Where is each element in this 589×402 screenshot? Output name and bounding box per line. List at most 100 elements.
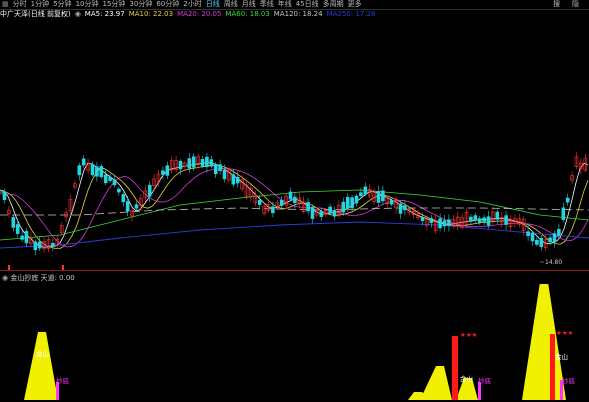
candle <box>108 176 112 181</box>
candle <box>495 211 500 220</box>
candle <box>350 197 354 208</box>
indicator-chart[interactable]: 金山抄底 金山 抄底金山抄底★★★ ★★★ <box>0 284 589 402</box>
ma5-value: MA5: 23.97 <box>84 10 125 18</box>
timeframe-tab[interactable]: 5分钟 <box>51 0 73 9</box>
candle <box>354 195 359 204</box>
candle <box>99 166 104 178</box>
candle <box>403 205 407 211</box>
candle <box>328 206 332 214</box>
candle <box>473 215 478 221</box>
panel-divider <box>0 270 589 271</box>
candle <box>469 216 473 222</box>
signal-label: ★★★ <box>556 329 574 337</box>
candle <box>477 218 482 223</box>
signal-bar <box>550 334 555 400</box>
ma10-value: MA10: 22.03 <box>128 10 174 18</box>
settings-icon[interactable]: ◉ <box>75 10 81 19</box>
signal-label: 金山 <box>555 352 568 361</box>
candle <box>33 241 38 251</box>
timeframe-tab[interactable]: 15分钟 <box>100 0 127 9</box>
candle <box>222 169 227 180</box>
candle <box>112 179 117 186</box>
timeframe-tab[interactable]: 60分钟 <box>154 0 181 9</box>
signal-mountain <box>420 366 452 400</box>
candle <box>381 190 385 202</box>
candle <box>429 218 434 223</box>
timeframe-tab[interactable]: 30分钟 <box>127 0 154 9</box>
candle <box>20 235 24 240</box>
timeframe-tab[interactable]: 日线 <box>204 0 222 9</box>
search-button[interactable]: 搜 <box>551 0 562 9</box>
candle <box>134 204 139 209</box>
candle <box>147 184 152 197</box>
timeframe-tab[interactable]: 10分钟 <box>74 0 101 9</box>
candle <box>539 237 544 248</box>
candle <box>2 191 7 201</box>
timeframe-tab[interactable]: 45日线 <box>294 0 321 9</box>
timeframe-tab[interactable]: 分时 <box>11 0 29 9</box>
low-price-label: 14.80 <box>545 259 562 266</box>
ma-line <box>0 168 589 248</box>
candle <box>165 165 170 176</box>
candle <box>398 203 403 214</box>
ma250-line <box>0 221 589 249</box>
stock-name: 中广天泽(日线 前复权) <box>0 10 71 18</box>
candle <box>213 163 218 175</box>
ma20-value: MA20: 20.05 <box>177 10 222 18</box>
candle <box>486 216 491 226</box>
candle <box>161 170 165 175</box>
timeframe-toolbar: ▦ 分时 1分钟 5分钟 10分钟 15分钟 30分钟 60分钟 2小时 日线 周线 月线 季线 年线 4… <box>0 0 589 10</box>
candle <box>420 217 425 221</box>
timeframe-tab[interactable]: 更多 <box>346 0 364 9</box>
candle <box>504 215 508 225</box>
candle <box>359 192 363 196</box>
candle <box>565 197 570 203</box>
timeframe-tab[interactable]: 1分钟 <box>29 0 51 9</box>
signal-mountain <box>24 332 58 400</box>
candle <box>81 158 86 166</box>
candle <box>218 164 222 171</box>
candle <box>557 228 561 237</box>
indicator-title: ◉ 金山抄底 天道: 0.00 <box>2 274 75 283</box>
timeframe-tab[interactable]: 年线 <box>276 0 294 9</box>
candle <box>332 210 337 217</box>
ma-line <box>0 164 589 249</box>
timeframe-tab[interactable]: 周线 <box>222 0 240 9</box>
kline-chart[interactable]: 14.80 <box>0 20 589 270</box>
candle <box>306 202 310 212</box>
candle <box>11 217 16 228</box>
candle <box>235 176 240 184</box>
signal-label: ★★★ <box>460 331 478 339</box>
candle <box>279 199 284 206</box>
candle <box>376 191 381 203</box>
candle <box>37 241 42 249</box>
candle <box>187 158 192 169</box>
candle <box>257 200 262 205</box>
timeframe-tab[interactable]: 季线 <box>258 0 276 9</box>
candle <box>125 201 130 212</box>
candle <box>552 233 557 243</box>
candle <box>24 231 29 244</box>
candle <box>526 231 530 237</box>
timeframe-tab[interactable]: 多周期 <box>321 0 346 9</box>
signal-label: 金山 <box>460 374 473 383</box>
candle <box>121 194 126 203</box>
candle <box>15 224 20 234</box>
candle <box>389 200 394 205</box>
timeframe-tab[interactable]: 月线 <box>240 0 258 9</box>
signal-label: 抄底 <box>56 376 70 385</box>
candle <box>231 174 236 185</box>
candle <box>535 239 539 245</box>
candle <box>200 159 205 167</box>
indicator-settings-icon[interactable]: ◉ <box>2 274 8 282</box>
hide-button[interactable]: 隐 <box>570 0 581 9</box>
candle <box>51 242 55 248</box>
candle <box>288 191 293 200</box>
signal-mountain <box>522 284 566 400</box>
signal-bar <box>452 336 458 400</box>
candle <box>447 219 451 226</box>
timeframe-tab[interactable]: 2小时 <box>181 0 203 9</box>
candle <box>191 156 196 168</box>
candle <box>95 166 99 177</box>
grid-icon[interactable]: ▦ <box>0 0 11 9</box>
